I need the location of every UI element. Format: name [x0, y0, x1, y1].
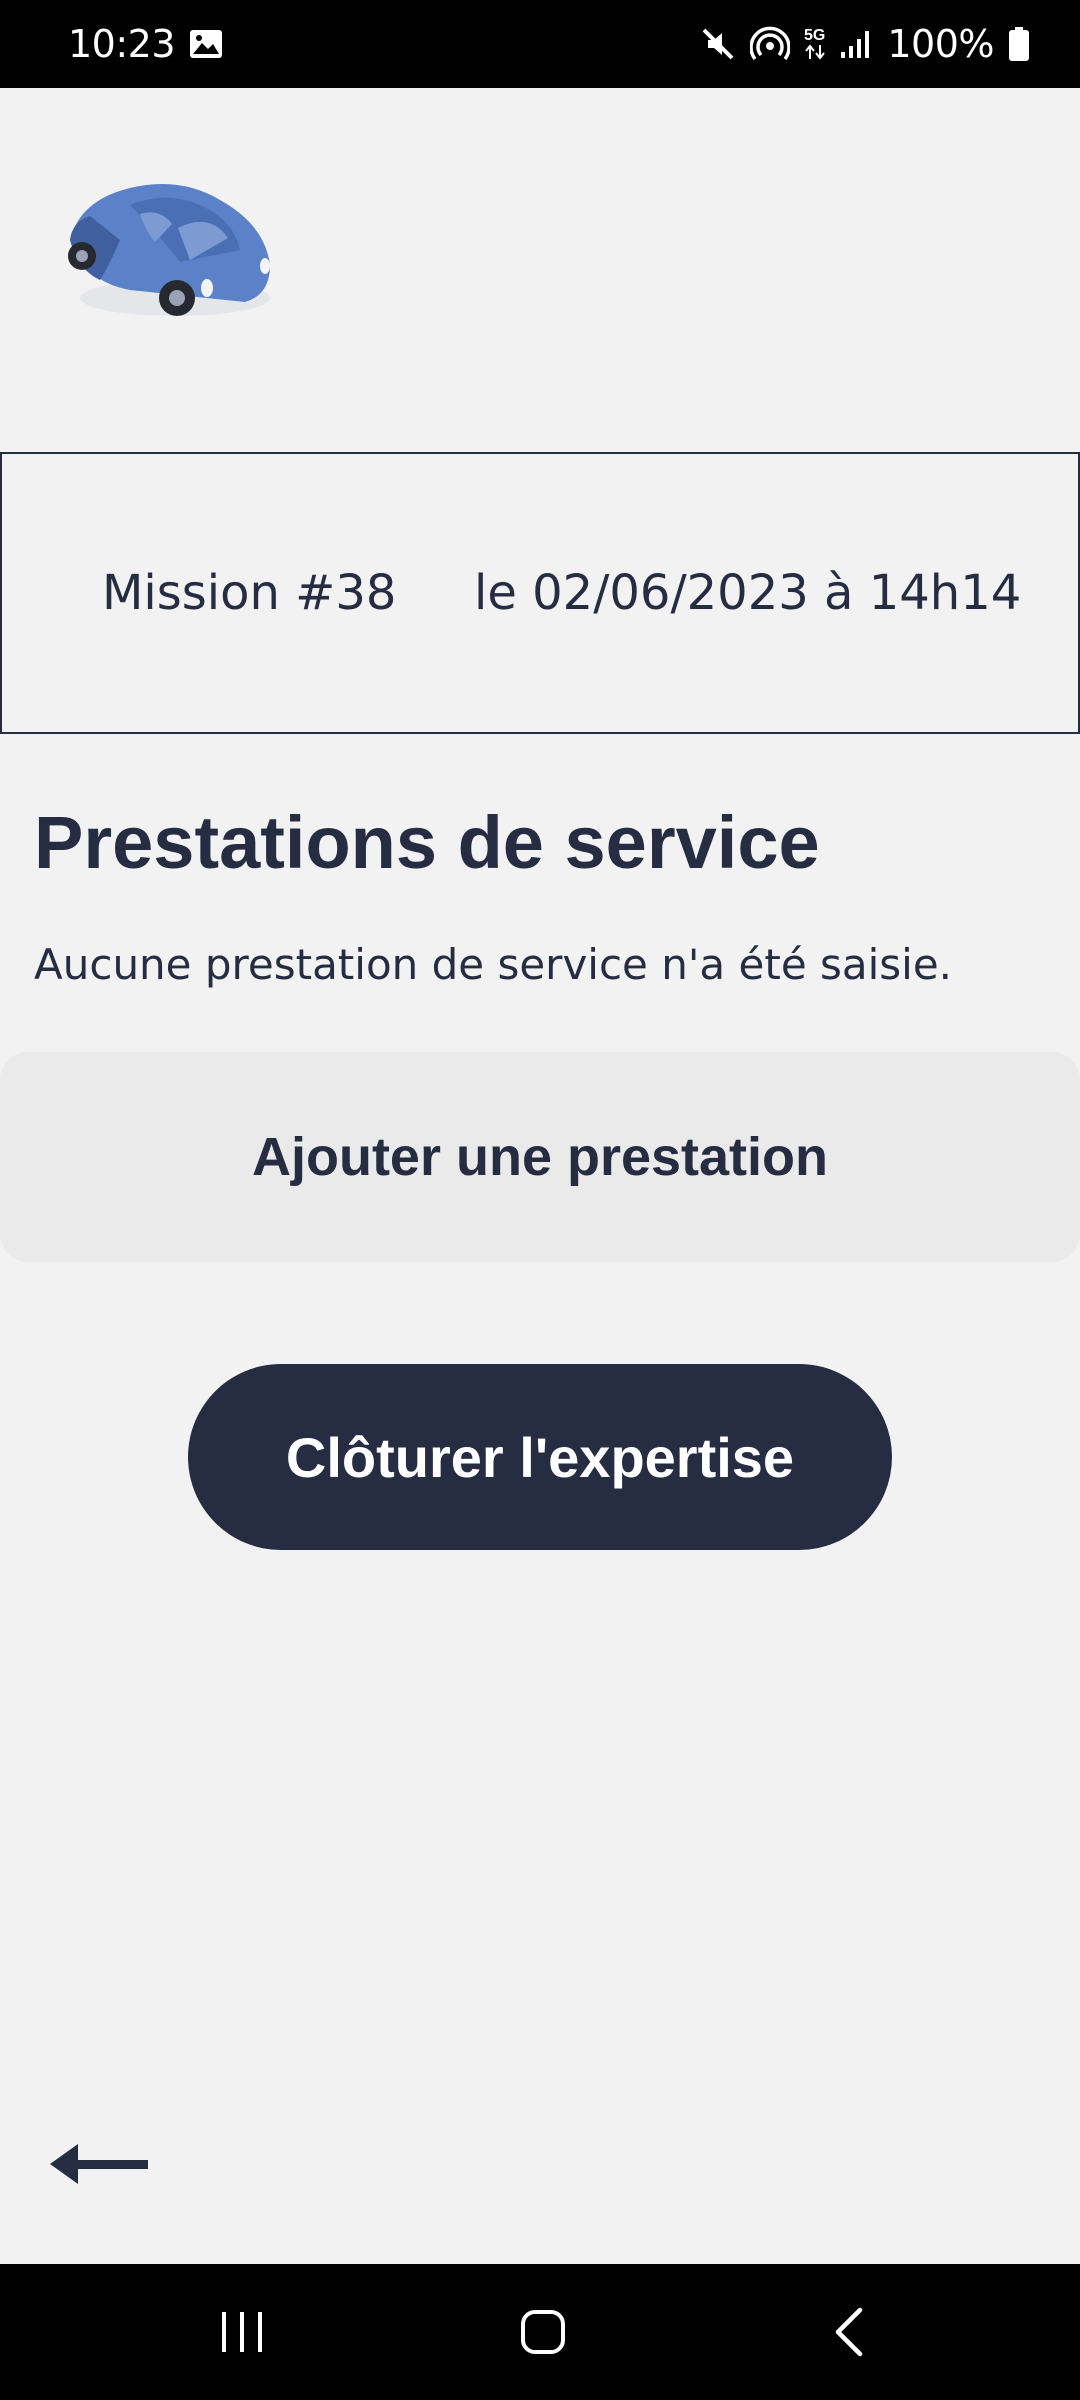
- mission-info: Mission #38 le 02/06/2023 à 14h14: [0, 452, 1080, 734]
- arrow-left-icon[interactable]: [48, 2130, 152, 2198]
- signal-icon: [839, 28, 873, 60]
- car-icon: [60, 170, 280, 330]
- mute-icon: [700, 26, 736, 62]
- battery-icon: [1008, 26, 1030, 62]
- back-icon[interactable]: [826, 2302, 876, 2367]
- status-time: 10:23: [68, 22, 176, 66]
- mission-number: Mission #38: [102, 565, 397, 621]
- recent-apps-icon[interactable]: [218, 2302, 268, 2367]
- home-icon[interactable]: [518, 2302, 568, 2367]
- empty-state-message: Aucune prestation de service n'a été sai…: [34, 940, 953, 989]
- network-label: 5G: [804, 27, 826, 44]
- data-arrows-icon: [804, 44, 825, 60]
- system-nav-bar: [0, 2264, 1080, 2400]
- network-indicator: 5G: [804, 28, 825, 60]
- hotspot-icon: [750, 26, 791, 62]
- add-service-button[interactable]: Ajouter une prestation: [0, 1052, 1080, 1262]
- battery-level: 100%: [887, 22, 994, 66]
- status-bar: 10:23 5G 100%: [0, 0, 1080, 88]
- page-title: Prestations de service: [34, 801, 820, 884]
- mission-date: le 02/06/2023 à 14h14: [474, 565, 1022, 621]
- image-icon: [189, 29, 223, 59]
- status-left: 10:23: [68, 22, 223, 66]
- status-right: 5G 100%: [700, 22, 1030, 66]
- close-expertise-button[interactable]: Clôturer l'expertise: [188, 1364, 892, 1550]
